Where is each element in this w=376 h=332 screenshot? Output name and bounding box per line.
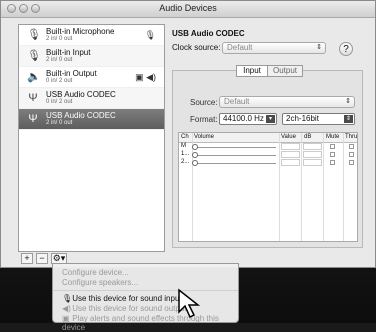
device-name: USB Audio CODEC	[46, 111, 116, 120]
thru-checkbox[interactable]	[349, 144, 354, 149]
device-row-usb-output[interactable]: Ψ USB Audio CODEC 0 in/ 2 out	[19, 88, 164, 109]
channel-label: M	[181, 143, 186, 149]
clock-source-value: Default	[227, 43, 253, 52]
sample-rate-popup[interactable]: 44100.0 Hz ▾	[219, 113, 277, 125]
device-channels: 0 in/ 2 out	[46, 99, 73, 105]
add-device-button[interactable]: +	[21, 253, 33, 264]
speaker-icon: ◀)	[62, 304, 71, 313]
default-output-icon: ▣ ◀)	[135, 72, 156, 82]
col-mute: Mute	[326, 134, 340, 140]
menu-item-label: Use this device for sound input	[72, 294, 182, 303]
window-title: Audio Devices	[159, 3, 217, 13]
menu-item-use-for-input[interactable]: 🎙 Use this device for sound input	[62, 294, 182, 303]
thru-checkbox[interactable]	[349, 152, 354, 157]
mute-checkbox[interactable]	[330, 144, 335, 149]
dropdown-arrow-icon: ▾	[266, 115, 275, 123]
volume-slider-knob[interactable]	[192, 160, 198, 166]
mute-checkbox[interactable]	[330, 152, 335, 157]
col-ch: Ch	[181, 134, 189, 140]
menu-separator	[53, 290, 238, 291]
title-bar: Audio Devices	[1, 1, 375, 18]
channel-row-2: 2...	[179, 159, 357, 167]
device-name: Built-in Output	[46, 69, 97, 78]
remove-device-button[interactable]: −	[36, 253, 48, 264]
thru-checkbox[interactable]	[349, 160, 354, 165]
menu-item-configure-device[interactable]: Configure device...	[62, 268, 129, 277]
channel-label: 1...	[181, 151, 190, 157]
device-row-builtin-input[interactable]: 🎙 Built-in Input 2 in/ 0 out	[19, 46, 164, 67]
device-channels: 2 in/ 0 out	[46, 36, 73, 42]
value-field[interactable]	[281, 151, 300, 158]
device-row-builtin-microphone[interactable]: 🎙 Built-in Microphone 2 in/ 0 out 🎙	[19, 25, 164, 46]
help-button[interactable]: ?	[339, 42, 353, 56]
source-label: Source:	[190, 98, 218, 107]
channel-table: Ch Volume Value dB Mute Thru M 1... 2...	[178, 132, 358, 242]
default-input-icon: 🎙	[144, 30, 156, 40]
alert-icon: ▣	[62, 314, 70, 323]
col-db: dB	[304, 134, 312, 140]
device-row-usb-input-selected[interactable]: Ψ USB Audio CODEC 2 in/ 0 out	[19, 109, 164, 130]
menu-item-label: Use this device for sound output	[72, 304, 187, 313]
speaker-icon: 🔈	[27, 71, 41, 83]
device-name: Built-in Microphone	[46, 27, 115, 36]
menu-item-play-alerts[interactable]: ▣ Play alerts and sound effects through …	[62, 314, 238, 332]
value-field[interactable]	[281, 143, 300, 150]
volume-slider-track	[196, 155, 276, 156]
clock-source-label: Clock source:	[172, 43, 221, 52]
device-name: Built-in Input	[46, 48, 91, 57]
usb-icon: Ψ	[28, 113, 38, 125]
device-row-builtin-output[interactable]: 🔈 Built-in Output 0 in/ 2 out ▣ ◀)	[19, 67, 164, 88]
microphone-icon: 🎙	[27, 29, 41, 41]
col-thru: Thru	[345, 134, 358, 140]
device-list[interactable]: 🎙 Built-in Microphone 2 in/ 0 out 🎙 🎙 Bu…	[18, 24, 165, 252]
mute-checkbox[interactable]	[330, 160, 335, 165]
volume-slider-knob[interactable]	[192, 144, 198, 150]
sample-rate-value: 44100.0 Hz	[223, 114, 264, 123]
value-field[interactable]	[281, 159, 300, 166]
device-channels: 0 in/ 2 out	[46, 78, 73, 84]
col-value: Value	[281, 134, 296, 140]
db-field[interactable]	[303, 159, 322, 166]
tab-input[interactable]: Input	[236, 65, 268, 77]
selected-device-name: USB Audio CODEC	[172, 29, 245, 38]
bit-format-value: 2ch-16bit	[286, 114, 319, 123]
microphone-icon: 🎙	[27, 50, 41, 62]
dropdown-arrow-icon: ⇕	[344, 115, 353, 123]
menu-item-configure-speakers[interactable]: Configure speakers...	[62, 278, 138, 287]
source-popup[interactable]: Default ⇕	[219, 96, 355, 108]
mouse-pointer-icon	[178, 288, 201, 319]
bit-format-popup[interactable]: 2ch-16bit ⇕	[282, 113, 355, 125]
device-channels: 2 in/ 0 out	[46, 57, 73, 63]
microphone-icon: 🎙	[62, 294, 73, 303]
col-volume: Volume	[194, 134, 215, 140]
popup-arrows-icon: ⇕	[345, 98, 351, 105]
db-field[interactable]	[303, 151, 322, 158]
format-label: Format:	[190, 115, 218, 124]
gear-dropdown-menu: Configure device... Configure speakers..…	[52, 263, 239, 332]
usb-icon: Ψ	[28, 92, 38, 104]
device-name: USB Audio CODEC	[46, 90, 116, 99]
channel-row-1: 1...	[179, 151, 357, 159]
tab-output[interactable]: Output	[267, 65, 303, 77]
db-field[interactable]	[303, 143, 322, 150]
volume-slider-track	[196, 147, 276, 148]
source-value: Default	[224, 97, 250, 106]
channel-table-header: Ch Volume Value dB Mute Thru	[179, 133, 357, 143]
channel-row-master: M	[179, 143, 357, 151]
volume-slider-track	[196, 163, 276, 164]
device-channels: 2 in/ 0 out	[46, 120, 73, 126]
menu-item-use-for-output[interactable]: ◀) Use this device for sound output	[62, 304, 187, 313]
volume-slider-knob[interactable]	[192, 152, 198, 158]
popup-arrows-icon: ⇕	[316, 44, 322, 51]
channel-label: 2...	[181, 159, 190, 165]
clock-source-popup[interactable]: Default ⇕	[222, 42, 326, 54]
